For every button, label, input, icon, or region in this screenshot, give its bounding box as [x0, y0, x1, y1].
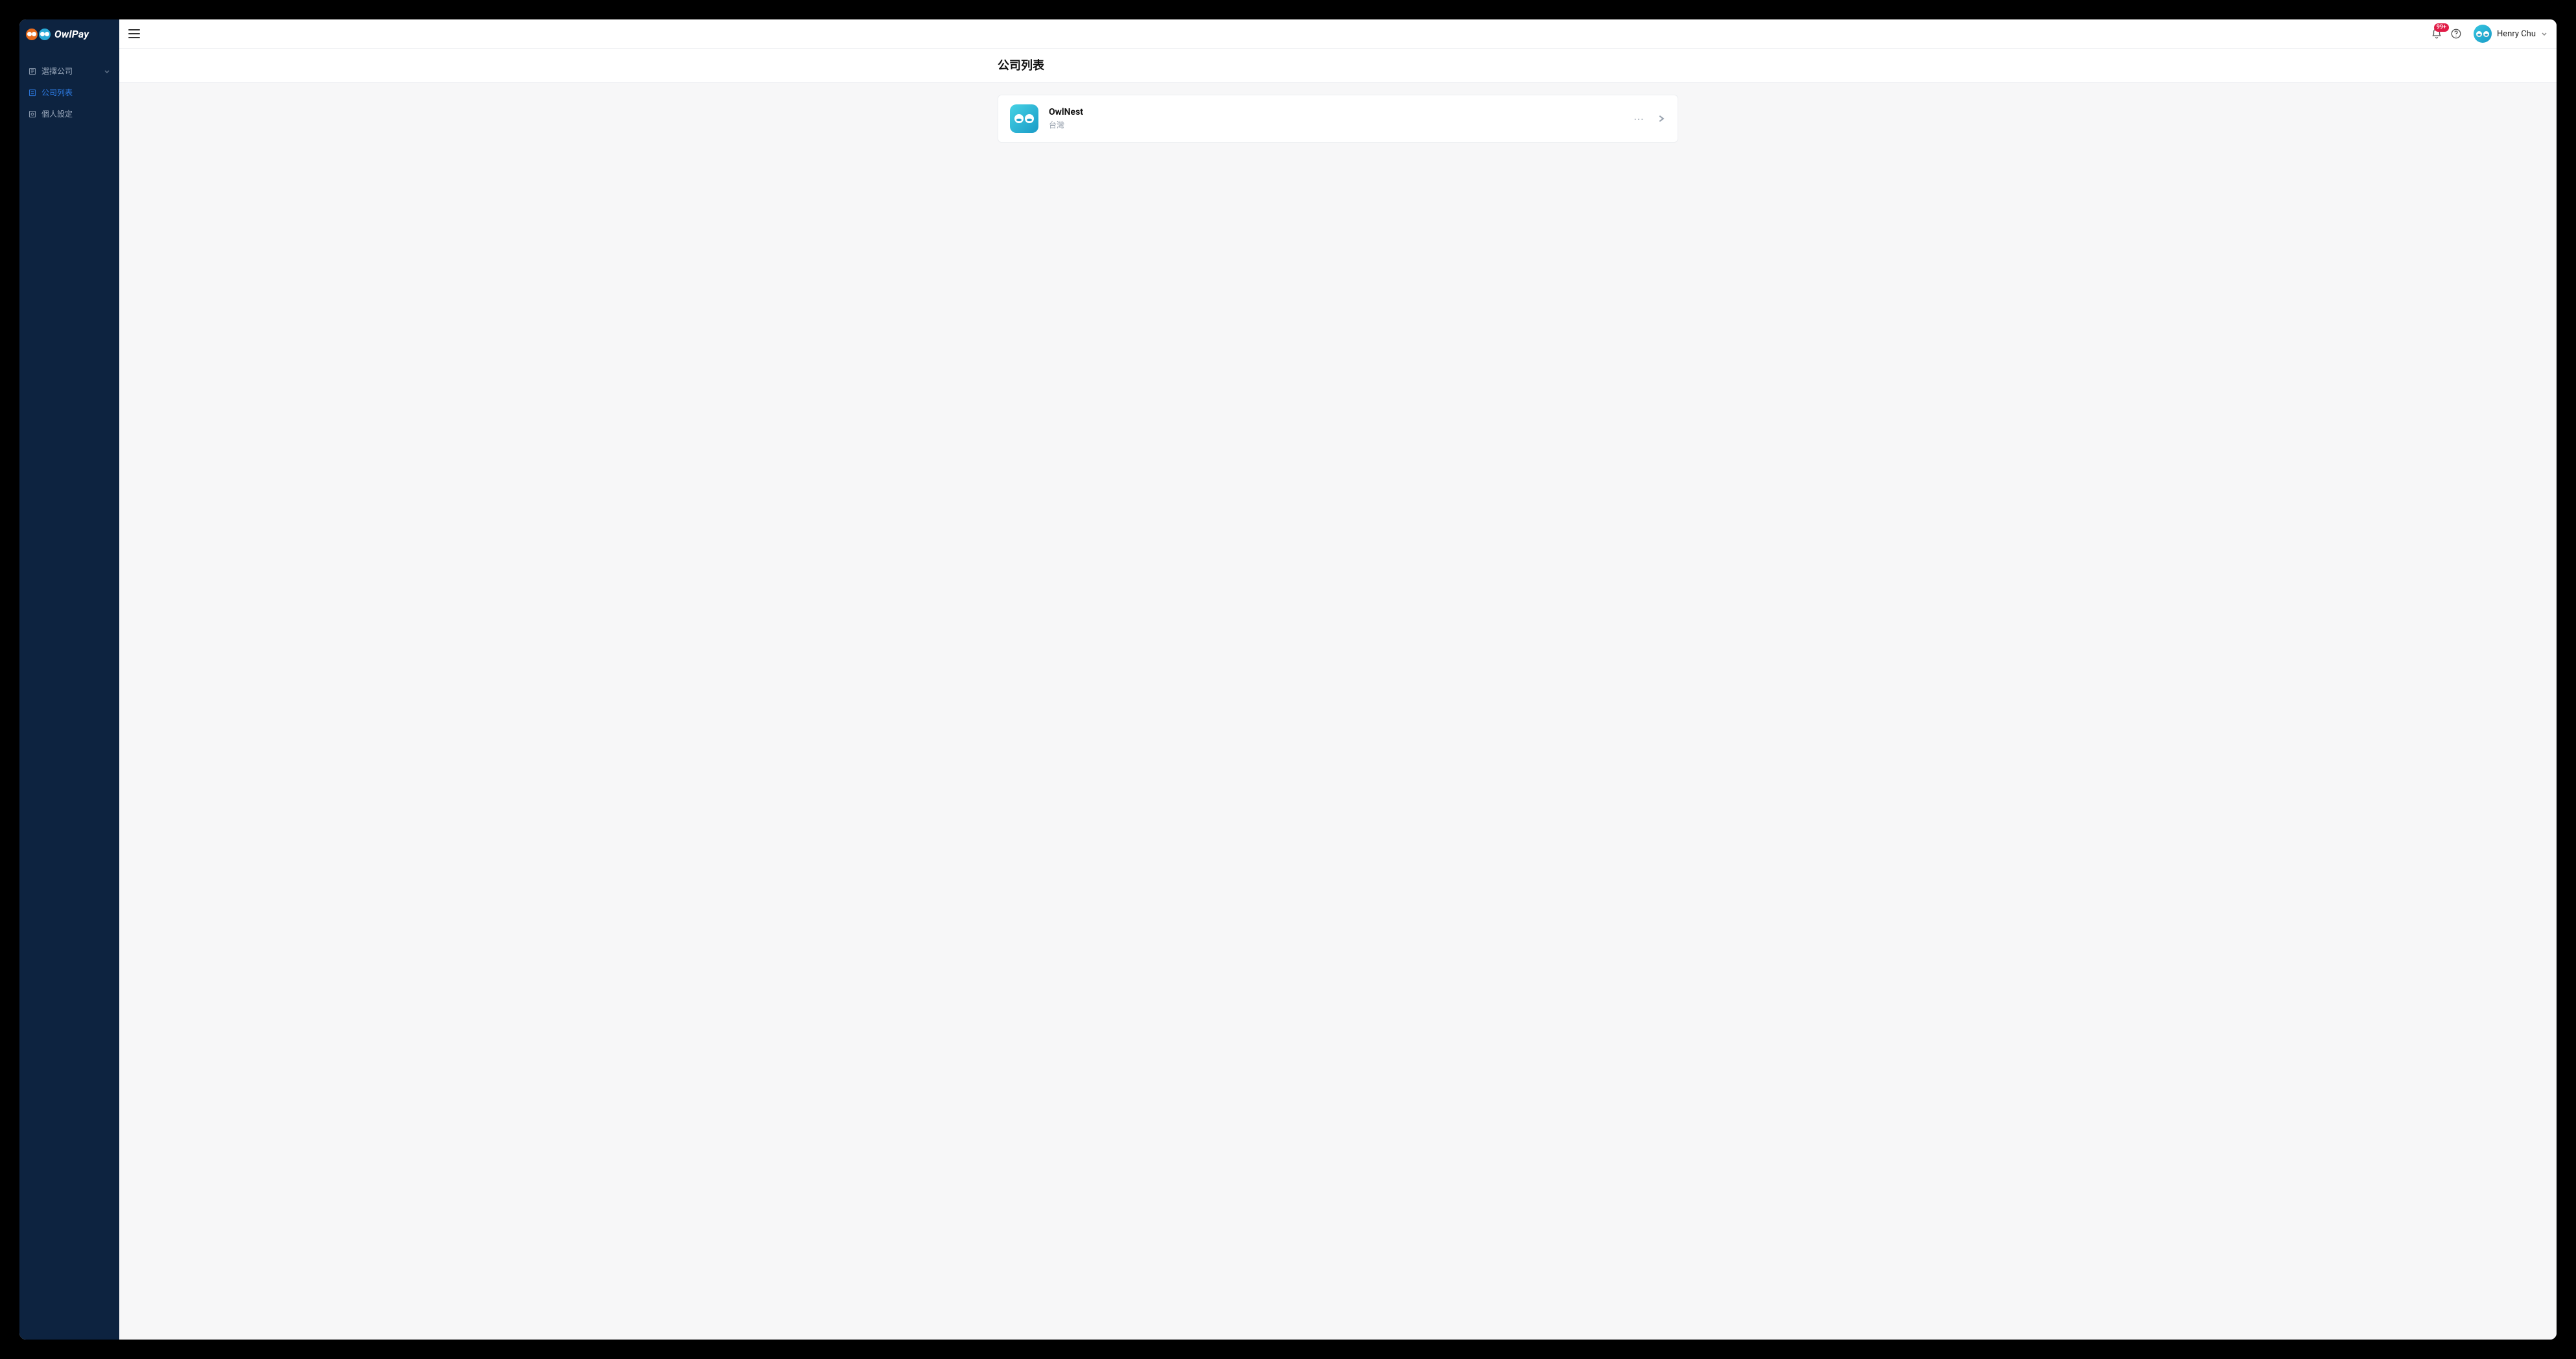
company-card[interactable]: OwlNest 台灣 ⋯	[998, 95, 1678, 143]
company-select-icon	[29, 67, 36, 75]
sidebar: OwlPay 選擇公司 公司列表 個人設定	[19, 19, 119, 1340]
open-company-button[interactable]	[1657, 114, 1666, 123]
company-info: OwlNest 台灣	[1049, 107, 1623, 130]
more-options-button[interactable]: ⋯	[1633, 113, 1645, 125]
app-window: OwlPay 選擇公司 公司列表 個人設定	[19, 19, 2557, 1340]
chevron-right-icon	[1657, 114, 1666, 123]
settings-icon	[29, 110, 36, 118]
username: Henry Chu	[2497, 29, 2536, 39]
topbar: 99+ Henry Chu	[119, 19, 2557, 49]
notification-badge: 99+	[2434, 23, 2449, 32]
brand-logo[interactable]: OwlPay	[19, 19, 119, 49]
sidebar-item-company-list[interactable]: 公司列表	[19, 82, 119, 103]
help-icon	[2450, 28, 2462, 40]
sidebar-item-personal-settings[interactable]: 個人設定	[19, 103, 119, 124]
content: OwlNest 台灣 ⋯	[119, 83, 2557, 1340]
chevron-down-icon	[104, 68, 110, 75]
notifications-button[interactable]: 99+	[2431, 28, 2442, 40]
sidebar-item-label: 個人設定	[41, 108, 73, 119]
sidebar-item-label: 公司列表	[41, 87, 73, 98]
sidebar-menu: 選擇公司 公司列表 個人設定	[19, 49, 119, 124]
avatar	[2474, 25, 2492, 43]
sidebar-item-select-company[interactable]: 選擇公司	[19, 60, 119, 82]
user-menu[interactable]: Henry Chu	[2474, 25, 2547, 43]
menu-toggle-button[interactable]	[128, 29, 140, 38]
chevron-down-icon	[2541, 30, 2547, 37]
company-logo	[1010, 104, 1038, 133]
company-name: OwlNest	[1049, 107, 1623, 117]
owl-pair-icon	[26, 29, 51, 40]
sidebar-item-label: 選擇公司	[41, 65, 73, 77]
page-title: 公司列表	[998, 56, 1678, 73]
brand-name: OwlPay	[54, 28, 89, 40]
list-icon	[29, 89, 36, 97]
company-region: 台灣	[1049, 119, 1623, 130]
page-title-bar: 公司列表	[119, 49, 2557, 83]
help-button[interactable]	[2450, 28, 2462, 40]
card-actions: ⋯	[1633, 113, 1666, 125]
main: 99+ Henry Chu 公司列表	[119, 19, 2557, 1340]
